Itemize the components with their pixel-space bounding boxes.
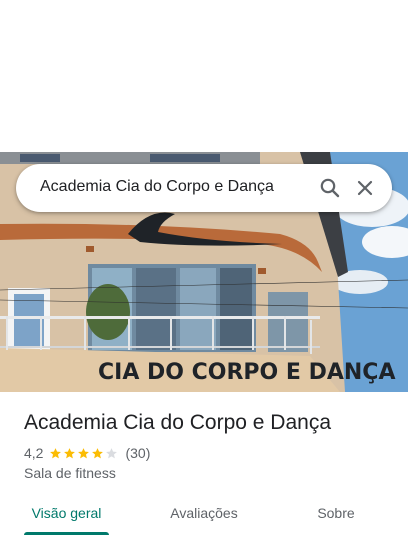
search-box[interactable]: Academia Cia do Corpo e Dança xyxy=(16,164,392,212)
rating-stars xyxy=(49,447,119,460)
tab-reviews[interactable]: Avaliações xyxy=(158,498,250,536)
place-category[interactable]: Sala de fitness xyxy=(24,465,116,481)
tab-overview[interactable]: Visão geral xyxy=(24,498,109,536)
tab-about[interactable]: Sobre xyxy=(306,498,366,536)
tab-bar: Visão geral Avaliações Sobre xyxy=(0,498,408,536)
search-input[interactable]: Academia Cia do Corpo e Dança xyxy=(40,178,274,196)
search-icon[interactable] xyxy=(318,176,342,200)
sign-text: CIA DO CORPO E DANÇA xyxy=(98,360,395,385)
star-icon xyxy=(50,447,62,458)
place-info-panel: Academia Cia do Corpo e Dança 4,2 (30) S… xyxy=(0,392,408,544)
active-tab-indicator xyxy=(24,532,109,535)
star-icon xyxy=(78,447,90,458)
star-empty-icon xyxy=(106,447,118,458)
review-count[interactable]: (30) xyxy=(125,445,150,461)
star-icon xyxy=(64,447,76,458)
close-icon[interactable] xyxy=(353,176,377,200)
rating-row[interactable]: 4,2 (30) xyxy=(24,444,150,462)
star-icon xyxy=(92,447,104,458)
rating-value: 4,2 xyxy=(24,445,44,461)
place-title: Academia Cia do Corpo e Dança xyxy=(24,411,332,434)
blank-map-area xyxy=(0,0,408,152)
